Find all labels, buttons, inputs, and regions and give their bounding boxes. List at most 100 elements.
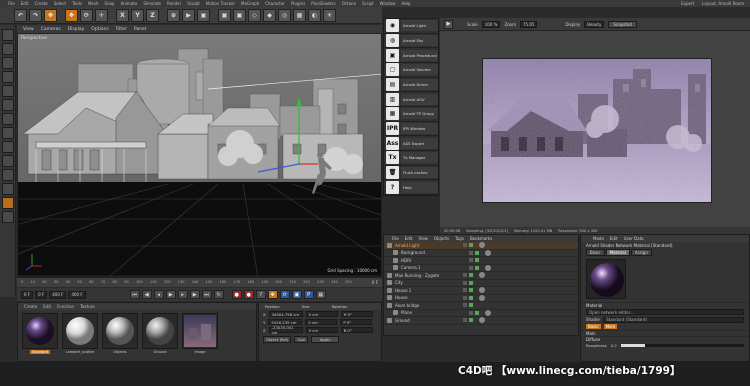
size-y-field[interactable]: 0 cm [305, 319, 338, 325]
editor-visibility-icon[interactable] [463, 288, 467, 293]
roughness-value[interactable]: 0.2 [611, 343, 617, 348]
menu-sculpt[interactable]: Sculpt [187, 1, 200, 6]
material-lambert[interactable]: Lambert_scatter [62, 313, 98, 354]
record-icon[interactable]: ● [231, 290, 242, 299]
material-tag-icon[interactable] [479, 272, 485, 279]
enabled-check-icon[interactable] [475, 265, 479, 270]
tweak-mode-button[interactable] [1, 141, 14, 153]
goto-end-icon[interactable]: ⏭ [201, 290, 212, 299]
3d-viewport[interactable]: Perspective Grid Spacing : 10000 cm [17, 33, 382, 277]
editor-visibility-icon[interactable] [463, 295, 467, 300]
menu-window[interactable]: Window [380, 1, 396, 6]
toolbar-button-icon[interactable]: ▣ [197, 8, 210, 22]
toolbar-button-icon[interactable]: ▣ [218, 8, 231, 22]
object-row[interactable]: Plane [384, 309, 578, 317]
toolbar-button-icon[interactable]: ◎ [278, 8, 291, 22]
start-frame-field[interactable]: 0 F [21, 290, 34, 299]
arnold-item-arnold-light[interactable]: ◉ Arnold Light [384, 19, 438, 34]
tab-material[interactable]: Material [605, 249, 630, 256]
menu-file[interactable]: File [8, 1, 15, 6]
arnold-item-arnold-sky[interactable]: ◍ Arnold Sky [384, 34, 438, 49]
toolbar-button-icon[interactable]: ↶ [14, 8, 27, 22]
max-frame-field[interactable]: 400 F [68, 290, 86, 299]
toolbar-button-icon[interactable]: ✥ [65, 8, 78, 22]
material-tag-icon[interactable] [479, 242, 485, 249]
toolbar-button-icon[interactable]: Y [131, 8, 144, 22]
toolbar-button-icon[interactable]: ✛ [95, 8, 108, 22]
size-x-field[interactable]: 0 cm [305, 311, 338, 317]
toolbar-button-icon[interactable]: ◐ [308, 8, 321, 22]
solo-button[interactable] [1, 197, 14, 209]
menu-snap[interactable]: Snap [104, 1, 114, 6]
tab-assign[interactable]: Assign [630, 249, 652, 256]
attribute-menu-mode[interactable]: Mode [593, 236, 604, 241]
make-editable-button[interactable] [1, 29, 14, 41]
coordinate-mode-dropdown[interactable]: Object (Rel) [263, 336, 292, 343]
position-key-icon[interactable]: ✥ [267, 290, 278, 299]
viewport-menu-view[interactable]: View [23, 27, 34, 32]
viewport-menu-display[interactable]: Display [68, 27, 85, 32]
menu-script[interactable]: Script [362, 1, 374, 6]
paint-mode-button[interactable] [1, 211, 14, 223]
param-key-icon[interactable]: P [303, 290, 314, 299]
editor-visibility-icon[interactable] [463, 273, 467, 278]
material-menu-function[interactable]: Function [57, 304, 74, 309]
toolbar-button-icon[interactable]: ☀ [323, 8, 336, 22]
enabled-check-icon[interactable] [469, 295, 473, 300]
next-key-icon[interactable]: ▶ [189, 290, 200, 299]
object-row[interactable]: Ground [384, 317, 578, 325]
texture-mode-button[interactable] [1, 57, 14, 69]
enabled-check-icon[interactable] [469, 243, 473, 248]
material-objects[interactable]: Objects [102, 313, 138, 354]
object-menu-edit[interactable]: Edit [405, 236, 413, 241]
keyframe-selection-icon[interactable]: ? [255, 290, 266, 299]
current-frame-field[interactable]: 0 F [35, 290, 48, 299]
timeline-ruler[interactable]: 0 10 20 30 40 50 60 70 80 90 100 110 120 130 140 150 160… [17, 277, 382, 287]
menu-right-0[interactable]: Expert [681, 1, 694, 6]
enabled-check-icon[interactable] [469, 273, 473, 278]
viewport-menu-options[interactable]: Options [91, 27, 108, 32]
attribute-menu-user-data[interactable]: User Data [624, 236, 644, 241]
editor-visibility-icon[interactable] [469, 258, 473, 263]
material-tag-icon[interactable] [479, 294, 485, 301]
toolbar-button-icon[interactable]: ▣ [233, 8, 246, 22]
editor-visibility-icon[interactable] [469, 310, 473, 315]
editor-visibility-icon[interactable] [469, 250, 473, 255]
material-tag-icon[interactable] [479, 317, 485, 324]
object-row[interactable]: Man Running - Zygote [384, 272, 578, 280]
object-menu-objects[interactable]: Objects [434, 236, 449, 241]
scale-key-icon[interactable]: ▣ [291, 290, 302, 299]
material-tag-icon[interactable] [485, 264, 491, 271]
snapshot-button[interactable]: Snapshot [608, 20, 638, 28]
size-z-field[interactable]: 0 cm [305, 327, 338, 333]
goto-start-icon[interactable]: ⏮ [129, 290, 140, 299]
arnold-item-ass-export[interactable]: Ass ASS Export [384, 136, 438, 152]
menu-tools[interactable]: Tools [72, 1, 82, 6]
arnold-item-arnold-driver[interactable]: ▤ Arnold Driver [384, 78, 438, 93]
polygons-mode-button[interactable] [1, 113, 14, 125]
toolbar-button-icon[interactable]: ↷ [29, 8, 42, 22]
apply-button[interactable]: Apply [311, 336, 340, 343]
snap-button[interactable] [1, 155, 14, 167]
play-icon[interactable]: ▶ [165, 290, 176, 299]
editor-visibility-icon[interactable] [463, 318, 467, 323]
object-menu-bookmarks[interactable]: Bookmarks [470, 236, 492, 241]
menu-mograph[interactable]: MoGraph [241, 1, 259, 6]
viewport-menu-panel[interactable]: Panel [134, 27, 146, 32]
toolbar-button-icon[interactable]: ⊕ [167, 8, 180, 22]
end-frame-field[interactable]: 400 F [49, 290, 67, 299]
menu-plusshaders[interactable]: PlusShaders [311, 1, 335, 6]
editor-visibility-icon[interactable] [463, 243, 467, 248]
menu-right-1[interactable]: Layout: Arnold Room [702, 1, 744, 6]
main-tag[interactable]: Main [603, 324, 618, 329]
toolbar-button-icon[interactable]: ▦ [293, 8, 306, 22]
menu-animate[interactable]: Animate [121, 1, 138, 6]
viewport-menu-cameras[interactable]: Cameras [41, 27, 61, 32]
edges-mode-button[interactable] [1, 99, 14, 111]
material-tag-icon[interactable] [479, 287, 485, 294]
workplane-mode-button[interactable] [1, 71, 14, 83]
zoom-field[interactable]: 75.65 [520, 20, 538, 28]
viewport-menu-filter[interactable]: Filter [116, 27, 127, 32]
arnold-item-arnold-aov[interactable]: ▥ Arnold AOV [384, 92, 438, 108]
object-row[interactable]: City [384, 280, 578, 287]
